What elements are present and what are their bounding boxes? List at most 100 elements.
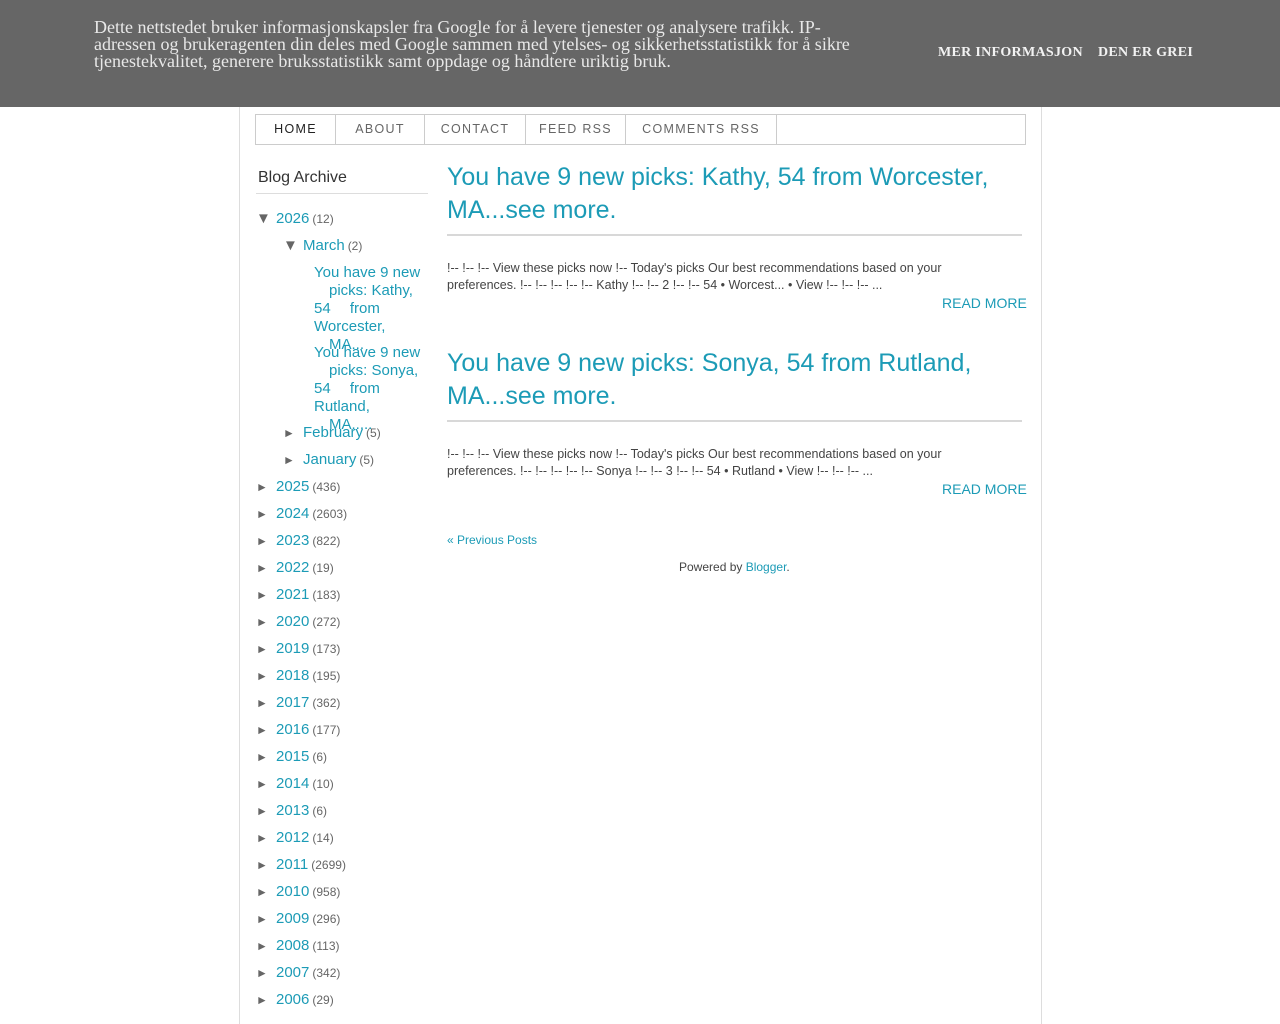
expand-arrow-icon[interactable]: ► bbox=[256, 885, 276, 899]
expand-arrow-icon[interactable]: ► bbox=[256, 723, 276, 737]
archive-count: (14) bbox=[312, 831, 334, 845]
archive-year-row: ► 2025 (436) bbox=[256, 478, 340, 495]
archive-month-link[interactable]: March bbox=[303, 237, 345, 254]
archive-year-row: ► 2013 (6) bbox=[256, 802, 327, 819]
expand-arrow-icon[interactable]: ► bbox=[256, 966, 276, 980]
accept-cookies-button[interactable]: DEN ER GREI bbox=[1098, 45, 1193, 61]
expand-arrow-icon[interactable]: ► bbox=[256, 993, 276, 1007]
archive-post-link-sonya[interactable]: You have 9 new picks: Sonya, 54 from Rut… bbox=[299, 344, 429, 434]
expand-arrow-icon[interactable]: ► bbox=[256, 642, 276, 656]
read-more-link[interactable]: READ MORE bbox=[942, 481, 1027, 497]
archive-year-row: ► 2017 (362) bbox=[256, 694, 340, 711]
expand-arrow-icon[interactable]: ► bbox=[256, 480, 276, 494]
tab-contact[interactable]: CONTACT bbox=[425, 115, 526, 144]
archive-year-link[interactable]: 2018 bbox=[276, 667, 309, 684]
collapse-arrow-icon[interactable]: ▼ bbox=[256, 210, 276, 227]
archive-year-row: ► 2010 (958) bbox=[256, 883, 340, 900]
archive-post-link-kathy[interactable]: You have 9 new picks: Kathy, 54 from Wor… bbox=[299, 264, 429, 354]
page-container bbox=[239, 0, 1042, 1024]
expand-arrow-icon[interactable]: ► bbox=[256, 804, 276, 818]
archive-year-link[interactable]: 2011 bbox=[276, 856, 308, 873]
archive-year-row: ► 2008 (113) bbox=[256, 937, 340, 954]
archive-count: (822) bbox=[312, 534, 341, 548]
blogger-link[interactable]: Blogger bbox=[746, 560, 787, 574]
expand-arrow-icon[interactable]: ► bbox=[256, 588, 276, 602]
archive-year-link[interactable]: 2015 bbox=[276, 748, 309, 765]
expand-arrow-icon[interactable]: ► bbox=[256, 696, 276, 710]
expand-arrow-icon[interactable]: ► bbox=[256, 912, 276, 926]
post-title-line: You have 9 new picks: Kathy, 54 from Wor… bbox=[447, 163, 989, 191]
powered-prefix: Powered by bbox=[679, 560, 746, 574]
expand-arrow-icon[interactable]: ► bbox=[256, 507, 276, 521]
archive-year-link[interactable]: 2023 bbox=[276, 532, 309, 549]
archive-year-link[interactable]: 2007 bbox=[276, 964, 309, 981]
tab-comments-rss[interactable]: COMMENTS RSS bbox=[626, 115, 777, 144]
expand-arrow-icon[interactable]: ► bbox=[256, 534, 276, 548]
snippet-line: !-- !-- !-- View these picks now !-- Tod… bbox=[447, 261, 942, 275]
tab-feed-rss[interactable]: FEED RSS bbox=[526, 115, 626, 144]
archive-year-link[interactable]: 2008 bbox=[276, 937, 309, 954]
archive-year-link[interactable]: 2010 bbox=[276, 883, 309, 900]
post-divider bbox=[447, 420, 1022, 422]
archive-year-link[interactable]: 2024 bbox=[276, 505, 309, 522]
post-snippet-sonya: !-- !-- !-- View these picks now !-- Tod… bbox=[447, 446, 1022, 480]
expand-arrow-icon[interactable]: ► bbox=[256, 669, 276, 683]
archive-count: (195) bbox=[312, 669, 341, 683]
post-link-line: You have 9 new bbox=[314, 344, 421, 361]
collapse-arrow-icon[interactable]: ▼ bbox=[283, 237, 303, 254]
archive-year-row: ► 2012 (14) bbox=[256, 829, 334, 846]
archive-year-link[interactable]: 2019 bbox=[276, 640, 309, 657]
expand-arrow-icon[interactable]: ► bbox=[283, 426, 303, 440]
archive-year-row: ► 2015 (6) bbox=[256, 748, 327, 765]
tab-home[interactable]: HOME bbox=[256, 115, 336, 144]
archive-month-january: ► January (5) bbox=[283, 451, 374, 468]
archive-count: (2699) bbox=[311, 858, 346, 872]
archive-count: (177) bbox=[312, 723, 341, 737]
archive-year-link[interactable]: 2022 bbox=[276, 559, 309, 576]
expand-arrow-icon[interactable]: ► bbox=[283, 453, 303, 467]
expand-arrow-icon[interactable]: ► bbox=[256, 750, 276, 764]
post-link-line: You have 9 new bbox=[314, 264, 421, 281]
archive-count: (436) bbox=[312, 480, 341, 494]
archive-count: (2603) bbox=[312, 507, 348, 521]
archive-year-link[interactable]: 2006 bbox=[276, 991, 309, 1008]
previous-posts-link[interactable]: « Previous Posts bbox=[447, 533, 537, 547]
post-title-line: You have 9 new picks: Sonya, 54 from Rut… bbox=[447, 349, 972, 377]
archive-year-link[interactable]: 2016 bbox=[276, 721, 309, 738]
expand-arrow-icon[interactable]: ► bbox=[256, 777, 276, 791]
archive-month-february: ► February (5) bbox=[283, 424, 381, 441]
snippet-line: !-- !-- !-- View these picks now !-- Tod… bbox=[447, 447, 942, 461]
more-info-button[interactable]: MER INFORMASJON bbox=[938, 45, 1083, 61]
archive-year-row: ► 2006 (29) bbox=[256, 991, 334, 1008]
expand-arrow-icon[interactable]: ► bbox=[256, 831, 276, 845]
expand-arrow-icon[interactable]: ► bbox=[256, 858, 276, 872]
archive-year-link[interactable]: 2026 bbox=[276, 210, 309, 227]
archive-month-link[interactable]: February bbox=[303, 424, 363, 441]
archive-year-row: ► 2023 (822) bbox=[256, 532, 340, 549]
tab-about[interactable]: ABOUT bbox=[336, 115, 425, 144]
post-title-kathy[interactable]: You have 9 new picks: Kathy, 54 from Wor… bbox=[447, 161, 1022, 227]
archive-year-link[interactable]: 2013 bbox=[276, 802, 309, 819]
archive-count: (362) bbox=[312, 696, 341, 710]
post-snippet-kathy: !-- !-- !-- View these picks now !-- Tod… bbox=[447, 260, 1022, 294]
post-title-sonya[interactable]: You have 9 new picks: Sonya, 54 from Rut… bbox=[447, 347, 1022, 413]
archive-count: (29) bbox=[312, 993, 334, 1007]
powered-by: Powered by Blogger. bbox=[679, 560, 790, 574]
archive-month-link[interactable]: January bbox=[303, 451, 356, 468]
archive-year-link[interactable]: 2014 bbox=[276, 775, 309, 792]
archive-count: (342) bbox=[312, 966, 341, 980]
archive-year-link[interactable]: 2025 bbox=[276, 478, 309, 495]
archive-year-link[interactable]: 2009 bbox=[276, 910, 309, 927]
expand-arrow-icon[interactable]: ► bbox=[256, 939, 276, 953]
expand-arrow-icon[interactable]: ► bbox=[256, 615, 276, 629]
post-title-line: MA...see more. bbox=[447, 196, 617, 224]
archive-year-row: ► 2020 (272) bbox=[256, 613, 340, 630]
powered-suffix: . bbox=[786, 560, 790, 574]
expand-arrow-icon[interactable]: ► bbox=[256, 561, 276, 575]
archive-year-link[interactable]: 2021 bbox=[276, 586, 309, 603]
archive-year-link[interactable]: 2020 bbox=[276, 613, 309, 630]
read-more-link[interactable]: READ MORE bbox=[942, 295, 1027, 311]
archive-year-row: ► 2021 (183) bbox=[256, 586, 340, 603]
archive-year-link[interactable]: 2017 bbox=[276, 694, 309, 711]
archive-year-link[interactable]: 2012 bbox=[276, 829, 309, 846]
